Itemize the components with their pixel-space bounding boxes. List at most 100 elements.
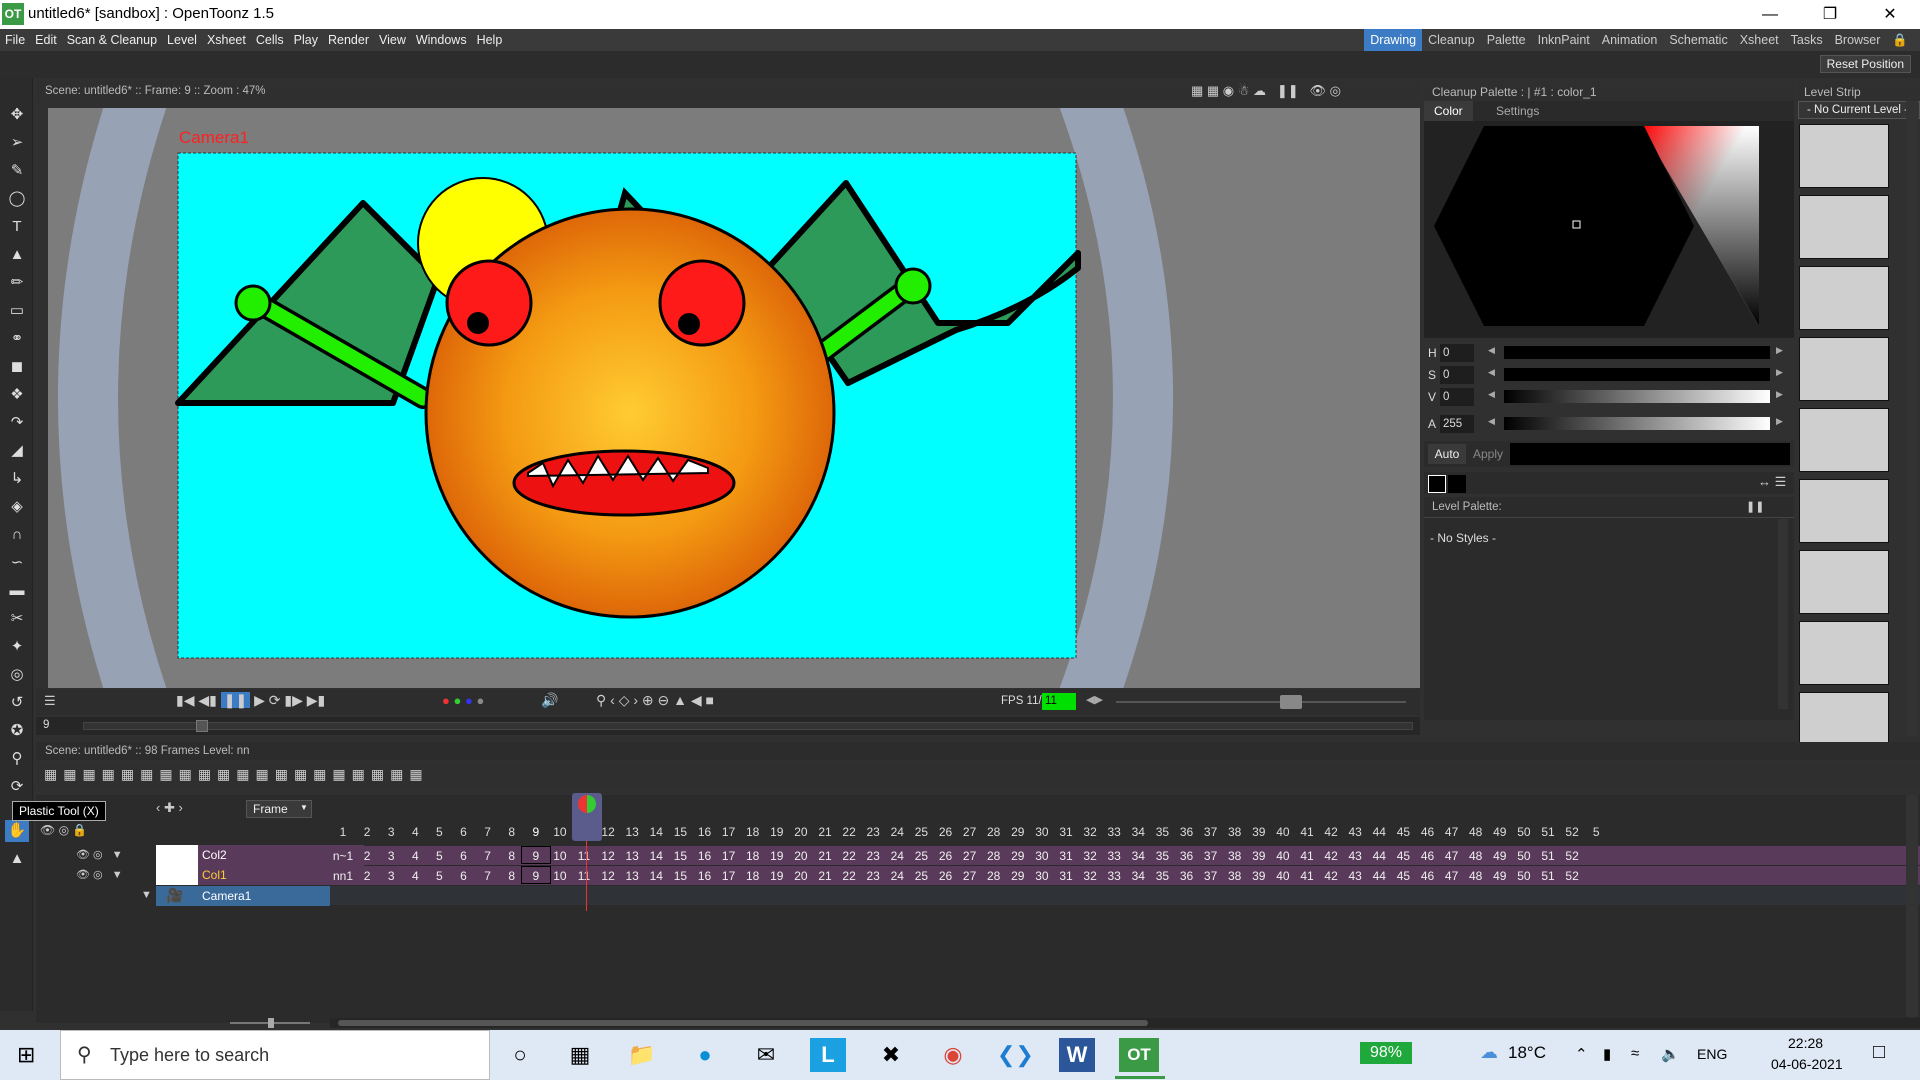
ruler-tool-icon[interactable]: ◢ <box>5 440 29 462</box>
iron-tool-icon[interactable]: ▬ <box>5 580 29 602</box>
menu-play[interactable]: Play <box>289 29 323 51</box>
cutter-tool-icon[interactable]: ✂ <box>5 608 29 630</box>
zoom-icons[interactable]: ⚲ ‹ ◇ › ⊕ ⊖ ▲ ◀ ■ <box>596 692 714 709</box>
menu-help[interactable]: Help <box>472 29 508 51</box>
alpha-field[interactable]: 255 <box>1440 415 1474 433</box>
level-strip-scrollbar[interactable] <box>1906 101 1918 736</box>
geometric-tool-icon[interactable]: ◯ <box>5 188 29 210</box>
column-header-icons[interactable]: 👁 ◎ 🔒 <box>40 823 87 837</box>
empty-cell-area[interactable] <box>330 905 1920 1017</box>
alpha-slider[interactable] <box>1504 417 1770 430</box>
animate-tool-icon[interactable]: ✥ <box>5 104 29 126</box>
task-view-icon[interactable]: ▦ <box>562 1038 598 1072</box>
hexagon-color-picker[interactable] <box>1424 121 1794 338</box>
hue-slider[interactable] <box>1504 346 1770 359</box>
mail-icon[interactable]: ✉ <box>748 1038 784 1072</box>
level-strip-cell[interactable] <box>1799 266 1889 330</box>
frame-mode-combo[interactable]: Frame ▼ <box>246 800 312 818</box>
menu-edit[interactable]: Edit <box>30 29 62 51</box>
menu-scan-cleanup[interactable]: Scan & Cleanup <box>62 29 162 51</box>
notification-icon[interactable]: □ <box>1873 1041 1885 1064</box>
windows-start-icon[interactable]: ⊞ <box>17 1042 35 1068</box>
hook-tool-icon[interactable]: ↺ <box>5 692 29 714</box>
color-wheel-area[interactable] <box>1424 121 1794 338</box>
swap-arrows-icon[interactable]: ↔ ☰ <box>1758 474 1786 490</box>
restore-button[interactable]: ❐ <box>1800 0 1860 29</box>
palette-menu-icon[interactable]: ❚❚ <box>1746 500 1764 513</box>
room-tab-animation[interactable]: Animation <box>1596 29 1664 51</box>
cell-row-col1[interactable]: nn1 2 3 4 5 6 7 8 9 10 11 12 13 14 15 16 17 18 19 20 21 22 23 2… <box>330 866 1920 885</box>
word-icon[interactable]: W <box>1059 1038 1095 1072</box>
brush-tool-icon[interactable]: ✎ <box>5 160 29 182</box>
menu-xsheet[interactable]: Xsheet <box>202 29 251 51</box>
hue-field[interactable]: 0 <box>1440 344 1474 362</box>
cell-row-camera[interactable] <box>330 886 1920 905</box>
tab-settings[interactable]: Settings <box>1486 101 1549 121</box>
value-slider[interactable] <box>1504 390 1770 403</box>
collapse-arrow-icon[interactable]: ▲ <box>5 848 29 870</box>
onion-skin-icon[interactable] <box>578 795 596 813</box>
paint-brush-tool-icon[interactable]: ✏ <box>5 272 29 294</box>
control-point-editor-icon[interactable]: ↷ <box>5 412 29 434</box>
menu-render[interactable]: Render <box>323 29 374 51</box>
menu-cells[interactable]: Cells <box>251 29 289 51</box>
menu-windows[interactable]: Windows <box>411 29 472 51</box>
level-combo[interactable]: - No Current Level - ▼ <box>1798 101 1920 119</box>
volume-icon[interactable]: 🔈 <box>1661 1045 1680 1063</box>
xsheet-vscrollbar[interactable] <box>1906 795 1918 1017</box>
cortana-icon[interactable]: ○ <box>502 1038 538 1072</box>
tracker-tool-icon[interactable]: ◎ <box>5 664 29 686</box>
level-strip-cell[interactable] <box>1799 195 1889 259</box>
language-indicator[interactable]: ENG <box>1697 1046 1727 1062</box>
pinch-tool-icon[interactable]: ↳ <box>5 468 29 490</box>
reset-position-button[interactable]: Reset Position <box>1819 55 1911 73</box>
magnet-tool-icon[interactable]: ∩ <box>5 524 29 546</box>
sound-icon[interactable]: 🔊 <box>541 692 558 709</box>
fill-tool-icon[interactable]: ▲ <box>5 244 29 266</box>
clock-date[interactable]: 04-06-2021 <box>1771 1056 1843 1072</box>
level-strip-cell[interactable] <box>1799 479 1889 543</box>
wifi-icon[interactable]: ≈ <box>1631 1045 1639 1062</box>
scroll-thumb[interactable] <box>338 1020 1148 1026</box>
tab-color[interactable]: Color <box>1424 101 1473 121</box>
xsheet-toolbar-icons[interactable]: ▦▦▦▦▦▦▦▦▦▦▦▦▦▦▦▦▦▦▦▦ <box>44 766 429 783</box>
room-tab-xsheet[interactable]: Xsheet <box>1734 29 1785 51</box>
edge-icon[interactable]: ● <box>687 1038 723 1072</box>
room-tab-cleanup[interactable]: Cleanup <box>1422 29 1481 51</box>
menu-level[interactable]: Level <box>162 29 202 51</box>
fps-slider-handle[interactable] <box>1280 695 1302 709</box>
temperature[interactable]: 18°C <box>1508 1043 1546 1063</box>
menu-view[interactable]: View <box>374 29 411 51</box>
opentoonz-taskbar-icon[interactable]: OT <box>1119 1038 1159 1072</box>
zoom-slider[interactable] <box>220 1018 320 1028</box>
frame-slider[interactable] <box>83 722 1413 730</box>
value-field[interactable]: 0 <box>1440 388 1474 406</box>
type-tool-icon[interactable]: T <box>5 216 29 238</box>
chrome-icon[interactable]: ◉ <box>935 1038 971 1072</box>
auto-button[interactable]: Auto <box>1428 444 1466 464</box>
saturation-slider[interactable] <box>1504 368 1770 381</box>
level-strip-cell[interactable] <box>1799 124 1889 188</box>
room-tab-palette[interactable]: Palette <box>1481 29 1532 51</box>
lock-icon[interactable]: 🔒 <box>1886 29 1914 51</box>
pump-tool-icon[interactable]: ◈ <box>5 496 29 518</box>
battery-indicator[interactable]: 98% <box>1360 1042 1413 1064</box>
cell[interactable]: 52 <box>1557 869 1587 883</box>
level-strip-cell[interactable] <box>1799 408 1889 472</box>
room-tab-schematic[interactable]: Schematic <box>1663 29 1733 51</box>
level-strip-cell[interactable] <box>1799 621 1889 685</box>
level-strip-cell[interactable] <box>1799 550 1889 614</box>
rotate-tool-icon[interactable]: ⟳ <box>5 776 29 798</box>
viewer-mode-icons[interactable]: ▦ ▦ ◉ ☃ ☁ ❚❚ 👁 ◎ <box>1191 83 1341 99</box>
weather-icon[interactable]: ☁ <box>1480 1042 1498 1063</box>
playback-controls[interactable]: ▮◀ ◀▮ ❚❚ ▶ ⟳ ▮▶ ▶▮ <box>176 692 325 709</box>
bender-tool-icon[interactable]: ∽ <box>5 552 29 574</box>
saturation-field[interactable]: 0 <box>1440 366 1474 384</box>
zoom-tool-icon[interactable]: ⚲ <box>5 748 29 770</box>
palette-scrollbar[interactable] <box>1778 519 1788 709</box>
menu-icon[interactable]: ☰ <box>44 693 56 709</box>
hand-tool-icon[interactable]: ✋ <box>5 820 29 842</box>
frame-number[interactable]: 5 <box>1581 825 1611 839</box>
xsheet-hscrollbar[interactable] <box>330 1018 1920 1028</box>
xbox-icon[interactable]: ✖ <box>873 1038 909 1072</box>
